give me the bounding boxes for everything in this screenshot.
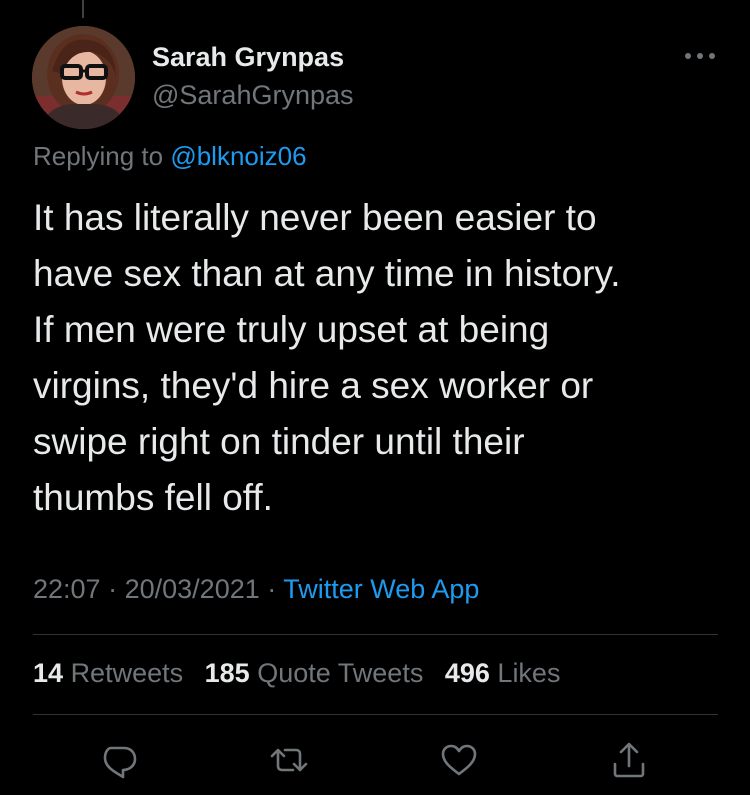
retweets-label: Retweets [70, 658, 184, 688]
likes-label: Likes [497, 658, 561, 688]
tweet-date[interactable]: 20/03/2021 [125, 574, 260, 604]
retweet-icon [270, 748, 308, 772]
replying-to-mention-link[interactable]: @blknoiz06 [170, 141, 306, 171]
likes-stat[interactable]: 496 Likes [445, 658, 561, 688]
quote-tweets-stat[interactable]: 185 Quote Tweets [205, 658, 424, 688]
divider [33, 714, 718, 715]
retweets-stat[interactable]: 14 Retweets [33, 658, 183, 688]
retweets-count: 14 [33, 658, 64, 688]
thread-connector-line [82, 0, 84, 18]
avatar[interactable] [32, 26, 135, 129]
tweet-meta: 22:07 · 20/03/2021 · Twitter Web App [33, 574, 479, 605]
divider [33, 634, 718, 635]
share-button[interactable] [607, 738, 651, 782]
replying-to-line: Replying to @blknoiz06 [33, 141, 307, 172]
meta-separator: · [267, 574, 277, 604]
user-handle[interactable]: @SarahGrynpas [152, 80, 354, 111]
heart-icon [441, 744, 477, 776]
likes-count: 496 [444, 658, 490, 688]
display-name[interactable]: Sarah Grynpas [152, 42, 344, 73]
tweet-source-link[interactable]: Twitter Web App [283, 574, 479, 604]
replying-to-label: Replying to [33, 141, 164, 171]
reply-button[interactable] [97, 738, 141, 782]
tweet-time[interactable]: 22:07 [33, 574, 101, 604]
avatar-image [32, 26, 135, 129]
tweet-text: It has literally never been easier to ha… [33, 197, 621, 518]
quote-tweets-label: Quote Tweets [257, 658, 424, 688]
retweet-button[interactable] [267, 738, 311, 782]
more-horizontal-icon[interactable] [680, 44, 720, 68]
meta-separator: · [108, 574, 118, 604]
reply-icon [103, 746, 137, 779]
engagement-stats: 14 Retweets 185 Quote Tweets 496 Likes [33, 658, 574, 689]
share-icon [613, 742, 645, 778]
quote-tweets-count: 185 [204, 658, 250, 688]
like-button[interactable] [437, 738, 481, 782]
